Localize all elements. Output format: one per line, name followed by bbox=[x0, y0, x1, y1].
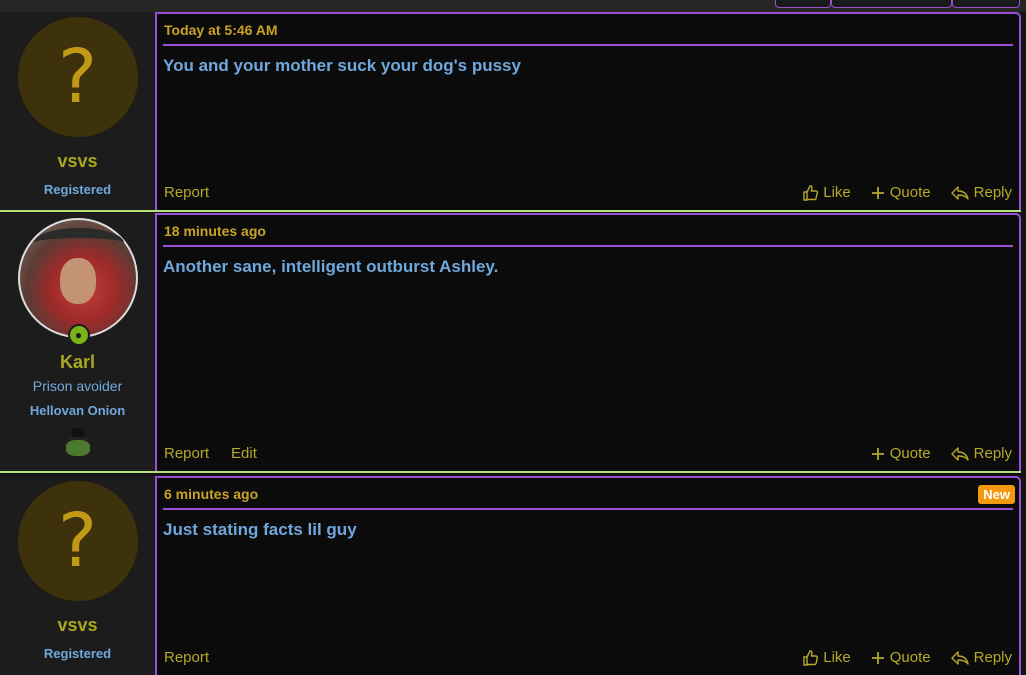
report-link[interactable]: Report bbox=[164, 649, 209, 666]
user-cell: ● Karl Prison avoider Hellovan Onion bbox=[0, 213, 162, 471]
user-banner: Registered bbox=[43, 182, 112, 197]
plus-icon bbox=[871, 447, 884, 460]
avatar-placeholder-glyph: ? bbox=[57, 498, 98, 584]
post-footer: Report Edit Quote Reply bbox=[164, 445, 1012, 462]
reply-icon bbox=[950, 185, 969, 200]
like-label: Like bbox=[823, 649, 851, 666]
reply-label: Reply bbox=[973, 445, 1012, 462]
page-nav-segment[interactable] bbox=[952, 0, 1020, 8]
avatar-placeholder-glyph: ? bbox=[57, 34, 98, 120]
quote-label: Quote bbox=[889, 445, 931, 462]
message-cell: 6 minutes ago New Just stating facts lil… bbox=[157, 476, 1021, 675]
edit-link[interactable]: Edit bbox=[231, 445, 257, 462]
post-timestamp[interactable]: 18 minutes ago bbox=[163, 223, 266, 239]
reply-button[interactable]: Reply bbox=[950, 445, 1012, 462]
post-header: 18 minutes ago bbox=[163, 215, 1013, 247]
post-body: Just stating facts lil guy bbox=[163, 520, 357, 539]
username[interactable]: vsvs bbox=[57, 615, 97, 636]
page-nav-segment[interactable] bbox=[831, 0, 952, 8]
user-banner: Registered bbox=[43, 646, 112, 661]
quote-button[interactable]: Quote bbox=[871, 649, 931, 666]
post: ? vsvs Registered 6 minutes ago New Just… bbox=[0, 476, 1021, 675]
plus-icon bbox=[871, 186, 884, 199]
reply-label: Reply bbox=[973, 184, 1012, 201]
like-label: Like bbox=[823, 184, 851, 201]
post: ? vsvs Registered Today at 5:46 AM You a… bbox=[0, 12, 1021, 212]
quote-label: Quote bbox=[889, 649, 931, 666]
user-cell: ? vsvs Registered bbox=[0, 12, 162, 210]
online-status-icon: ● bbox=[67, 324, 90, 346]
post-body: You and your mother suck your dog's puss… bbox=[163, 56, 521, 75]
avatar-photo-detail bbox=[33, 228, 124, 258]
post-body: Another sane, intelligent outburst Ashle… bbox=[163, 257, 499, 276]
avatar[interactable]: ● bbox=[17, 218, 138, 346]
user-banner: Hellovan Onion bbox=[29, 403, 126, 418]
thumbs-up-icon bbox=[803, 649, 819, 666]
post-header: 6 minutes ago New bbox=[163, 478, 1015, 510]
post-timestamp[interactable]: 6 minutes ago bbox=[163, 486, 258, 502]
quote-label: Quote bbox=[889, 184, 931, 201]
avatar[interactable]: ? bbox=[17, 17, 138, 137]
quote-button[interactable]: Quote bbox=[871, 445, 931, 462]
post-timestamp[interactable]: Today at 5:46 AM bbox=[163, 22, 278, 38]
thumbs-up-icon bbox=[803, 184, 819, 201]
reply-button[interactable]: Reply bbox=[950, 184, 1012, 201]
post-footer: Report Like Quote Reply bbox=[164, 184, 1012, 201]
avatar-photo-face bbox=[59, 258, 96, 304]
message-cell: Today at 5:46 AM You and your mother suc… bbox=[157, 12, 1021, 210]
reply-button[interactable]: Reply bbox=[950, 649, 1012, 666]
reply-icon bbox=[950, 650, 969, 665]
page-nav-segment[interactable] bbox=[775, 0, 831, 8]
report-link[interactable]: Report bbox=[164, 184, 209, 201]
post: ● Karl Prison avoider Hellovan Onion 18 … bbox=[0, 213, 1021, 473]
like-button[interactable]: Like bbox=[802, 184, 851, 201]
plus-icon bbox=[871, 651, 884, 664]
report-link[interactable]: Report bbox=[164, 445, 209, 462]
message-cell: 18 minutes ago Another sane, intelligent… bbox=[157, 213, 1021, 471]
reply-icon bbox=[950, 446, 969, 461]
new-badge: New bbox=[978, 484, 1015, 504]
like-button[interactable]: Like bbox=[802, 649, 851, 666]
reply-label: Reply bbox=[973, 649, 1012, 666]
user-badge-icon bbox=[63, 428, 93, 458]
username[interactable]: vsvs bbox=[57, 151, 97, 172]
top-strip bbox=[0, 0, 1026, 12]
username[interactable]: Karl bbox=[60, 352, 95, 373]
post-header: Today at 5:46 AM bbox=[163, 14, 1013, 46]
user-cell: ? vsvs Registered bbox=[0, 476, 162, 675]
post-footer: Report Like Quote Reply bbox=[164, 649, 1012, 666]
user-title: Prison avoider bbox=[32, 378, 123, 394]
quote-button[interactable]: Quote bbox=[871, 184, 931, 201]
avatar[interactable]: ? bbox=[17, 481, 138, 601]
